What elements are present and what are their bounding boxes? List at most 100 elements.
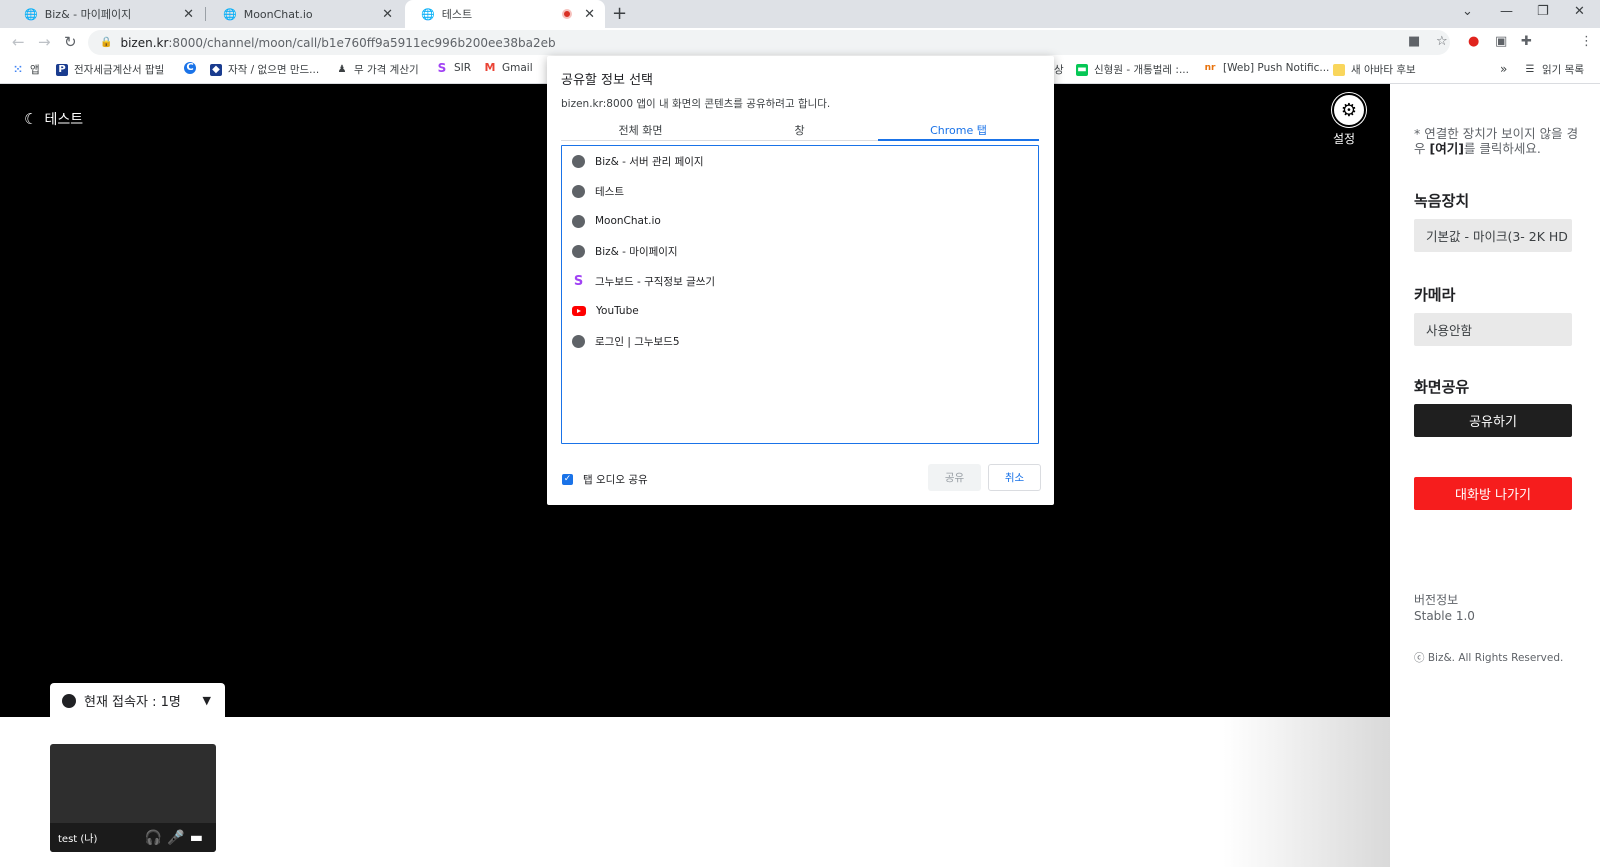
close-icon[interactable]: ✕: [584, 7, 595, 22]
list-item[interactable]: Biz& - 마이페이지: [572, 241, 678, 261]
reading-list-button[interactable]: ☰ 읽기 목록: [1524, 62, 1584, 77]
audio-device-select[interactable]: 기본값 - 마이크(3- 2K HD: [1414, 219, 1572, 252]
browser-tab-test[interactable]: 🌐 테스트 ✕: [405, 0, 605, 28]
puzzle-icon[interactable]: ✚: [1521, 34, 1532, 49]
list-item-title: 테스트: [595, 185, 624, 198]
tab-chrome-tab[interactable]: Chrome 탭: [879, 122, 1038, 138]
tab-search-icon[interactable]: ⌄: [1462, 4, 1473, 19]
new-tab-button[interactable]: +: [612, 3, 627, 24]
self-video-tile[interactable]: test (나) 🎧🎤▬: [50, 744, 216, 852]
url-path: :8000/channel/moon/call/b1e760ff9a5911ec…: [168, 35, 556, 50]
apps-icon: ⁙: [13, 62, 23, 76]
share-button[interactable]: 공유: [928, 464, 981, 491]
minimize-icon[interactable]: —: [1500, 4, 1513, 19]
bookmark-sir[interactable]: S SIR: [436, 62, 471, 74]
bookmark-label: 무 가격 계산기: [354, 64, 419, 76]
sir-icon: S: [437, 61, 447, 75]
bookmark-calc[interactable]: ♟ 무 가격 계산기: [336, 62, 419, 77]
gmail-icon: M: [484, 61, 496, 74]
chevron-down-icon: ▼: [202, 694, 211, 707]
folder-icon: [1333, 63, 1345, 76]
bookmark-label: Gmail: [502, 62, 533, 74]
bookmark-partial[interactable]: 상: [1054, 62, 1064, 77]
moon-icon: ☾: [24, 110, 38, 128]
extension-icon[interactable]: ▣: [1495, 34, 1507, 49]
window-close-icon[interactable]: ✕: [1574, 4, 1585, 19]
forward-icon[interactable]: →: [38, 33, 51, 51]
settings-label: 설정: [1333, 132, 1356, 146]
participants-dropdown[interactable]: 현재 접속자 : 1명 ▼: [50, 683, 225, 718]
screen-icon[interactable]: ▬: [190, 830, 208, 846]
bookmark-push[interactable]: nr [Web] Push Notific...: [1203, 62, 1330, 74]
bookmark-label: SIR: [454, 62, 472, 74]
tab-window[interactable]: 창: [720, 122, 879, 138]
globe-icon: 🌐: [24, 7, 38, 21]
line-icon: ▬: [1076, 63, 1088, 76]
bookmark-apps[interactable]: ⁙ 앱: [12, 62, 39, 77]
menu-icon[interactable]: ⋮: [1580, 34, 1593, 49]
browser-tab-moonchat[interactable]: 🌐 MoonChat.io ✕: [207, 0, 403, 28]
microphone-icon[interactable]: 🎤: [167, 830, 189, 846]
video-tile-bar: test (나) 🎧🎤▬: [50, 823, 216, 852]
close-icon[interactable]: ✕: [382, 7, 393, 22]
active-tab-indicator: [878, 139, 1039, 141]
browser-toolbar: ← → ↻ 🔒 bizen.kr :8000/channel/moon/call…: [0, 28, 1600, 57]
bookmark-popbill[interactable]: P 전자세금계산서 팝빌: [56, 62, 164, 77]
camera-indicator-icon[interactable]: ■: [1408, 34, 1420, 49]
list-item-title: 그누보드 - 구직정보 글쓰기: [595, 275, 716, 288]
browser-tab-mypage[interactable]: 🌐 Biz& - 마이페이지 ✕: [8, 0, 204, 28]
tile-controls: 🎧🎤▬: [145, 830, 208, 846]
list-item[interactable]: MoonChat.io: [572, 211, 661, 231]
list-item[interactable]: Biz& - 서버 관리 페이지: [572, 151, 704, 171]
leave-room-button[interactable]: 대화방 나가기: [1414, 477, 1572, 510]
list-item-title: YouTube: [596, 305, 639, 317]
cube-icon: ◆: [210, 63, 222, 76]
tab-audio-checkbox[interactable]: ✓: [562, 474, 573, 485]
restore-icon[interactable]: ❐: [1537, 4, 1549, 19]
note-text: 를 클릭하세요.: [1463, 141, 1541, 156]
lock-icon[interactable]: 🔒: [100, 37, 112, 48]
reading-list-icon: ☰: [1525, 63, 1535, 75]
bookmark-gmail[interactable]: M Gmail: [484, 61, 533, 75]
camera-select[interactable]: 사용안함: [1414, 313, 1572, 346]
bookmark-blue-c[interactable]: C: [184, 62, 202, 74]
dialog-tabs: 전체 화면 창 Chrome 탭: [561, 118, 1039, 141]
version-value: Stable 1.0: [1414, 609, 1475, 623]
person-icon: ♟: [337, 63, 347, 75]
bookmark-jajak[interactable]: ◆ 자작 / 없으면 만드...: [210, 62, 319, 77]
list-item-title: 로그인 | 그누보드5: [595, 335, 680, 348]
opera-extension-icon[interactable]: ●: [1468, 34, 1479, 49]
address-bar[interactable]: 🔒 bizen.kr :8000/channel/moon/call/b1e76…: [88, 30, 1450, 55]
list-item[interactable]: 로그인 | 그누보드5: [572, 331, 680, 351]
bookmark-star-icon[interactable]: ☆: [1436, 34, 1448, 49]
participant-name: test (나): [58, 834, 98, 845]
bookmarks-more-button[interactable]: »: [1500, 62, 1507, 76]
headphones-icon[interactable]: 🎧: [145, 830, 167, 846]
list-item-title: Biz& - 마이페이지: [595, 245, 678, 258]
participants-count: 현재 접속자 : 1명: [84, 695, 181, 710]
bookmark-label: 새 아바타 후보: [1351, 64, 1416, 76]
bookmark-label: 전자세금계산서 팝빌: [74, 64, 165, 76]
settings-panel: * 연결한 장치가 보이지 않을 경우 [여기]를 클릭하세요. 녹음장치 기본…: [1390, 84, 1600, 867]
tab-separator: [205, 7, 206, 21]
close-icon[interactable]: ✕: [183, 7, 194, 22]
share-screen-button[interactable]: 공유하기: [1414, 404, 1572, 437]
list-item[interactable]: 테스트: [572, 181, 624, 201]
reload-icon[interactable]: ↻: [64, 33, 77, 51]
bookmark-avatar[interactable]: 새 아바타 후보: [1333, 62, 1416, 77]
chrome-tab-list: Biz& - 서버 관리 페이지 테스트 MoonChat.io Biz& - …: [561, 145, 1039, 444]
tab-strip: 🌐 Biz& - 마이페이지 ✕ 🌐 MoonChat.io ✕ 🌐 테스트 ✕…: [0, 0, 1600, 28]
tab-entire-screen[interactable]: 전체 화면: [561, 122, 720, 138]
list-item[interactable]: S 그누보드 - 구직정보 글쓰기: [572, 271, 715, 291]
nr-icon: nr: [1204, 63, 1216, 73]
back-icon[interactable]: ←: [12, 33, 25, 51]
settings-button[interactable]: ⚙: [1332, 93, 1366, 127]
cancel-button[interactable]: 취소: [988, 464, 1041, 491]
list-item[interactable]: YouTube: [572, 301, 639, 321]
device-help-link[interactable]: [여기]: [1429, 141, 1463, 156]
list-item-title: MoonChat.io: [595, 215, 661, 227]
globe-icon: [572, 154, 585, 168]
room-title-text: 테스트: [44, 112, 84, 128]
dialog-subtitle: bizen.kr:8000 앱이 내 화면의 콘텐츠를 공유하려고 합니다.: [561, 98, 831, 110]
bookmark-line[interactable]: ▬ 신형원 - 개통벌레 :...: [1076, 62, 1189, 77]
